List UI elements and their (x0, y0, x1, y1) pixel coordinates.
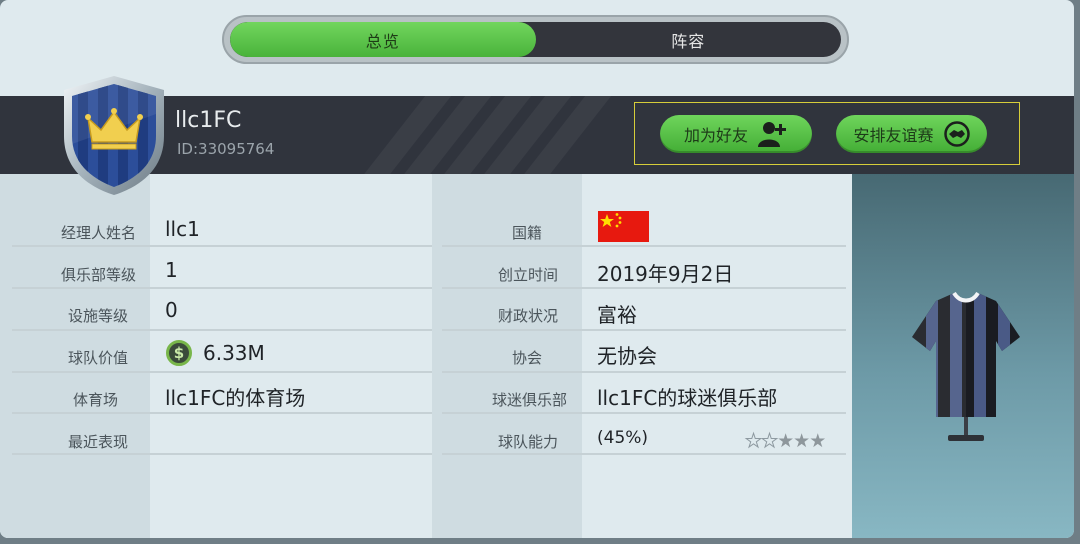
row-divider (442, 371, 846, 373)
manager-name-label: 经理人姓名 (60, 224, 136, 242)
star-filled-icon: ★ (777, 430, 794, 452)
stadium-value: llc1FC的体育场 (165, 386, 306, 410)
club-name: llc1FC (175, 108, 242, 133)
finance-status-value: 富裕 (597, 303, 637, 327)
handshake-icon (943, 121, 970, 147)
club-level-value: 1 (165, 258, 178, 282)
row-divider (442, 412, 846, 414)
row-divider (12, 245, 432, 247)
founded-date-label: 创立时间 (497, 266, 558, 284)
row-divider (12, 453, 432, 455)
add-friend-label: 加为好友 (683, 126, 748, 145)
add-user-icon (758, 121, 788, 147)
team-value-label: 球队价值 (67, 349, 128, 367)
row-divider (12, 287, 432, 289)
stadium-label: 体育场 (72, 391, 118, 409)
team-value-value: 6.33M (203, 341, 265, 365)
tab-bar: 总览 阵容 (222, 15, 849, 64)
recent-form-label: 最近表现 (67, 433, 128, 451)
club-level-label: 俱乐部等级 (60, 266, 136, 284)
team-ability-label: 球队能力 (497, 433, 558, 451)
row-divider (442, 329, 846, 331)
china-flag-icon (598, 211, 649, 242)
row-divider (12, 371, 432, 373)
finance-status-label: 财政状况 (497, 307, 558, 325)
row-divider (12, 329, 432, 331)
row-divider (442, 245, 846, 247)
association-value: 无协会 (597, 344, 657, 368)
tab-overview[interactable]: 总览 (230, 22, 536, 57)
nationality-label: 国籍 (511, 224, 542, 242)
fan-club-value: llc1FC的球迷俱乐部 (597, 386, 778, 410)
tab-lineup[interactable]: 阵容 (536, 22, 842, 57)
star-empty-icon: ★ (744, 430, 762, 453)
star-filled-icon: ★ (809, 430, 826, 452)
add-friend-button[interactable]: 加为好友 (660, 115, 812, 153)
tab-bar-track: 总览 阵容 (230, 22, 841, 57)
jersey-display (852, 174, 1074, 538)
row-divider (442, 453, 846, 455)
star-empty-icon: ★ (761, 430, 779, 453)
founded-date-value: 2019年9月2日 (597, 262, 734, 286)
row-divider (12, 412, 432, 414)
club-crest-shield-icon (56, 74, 172, 196)
team-ability-value: (45%) (597, 428, 649, 448)
star-filled-icon: ★ (793, 430, 810, 452)
facility-level-label: 设施等级 (67, 307, 128, 325)
association-label: 协会 (511, 349, 542, 367)
manager-name-value: llc1 (165, 217, 200, 241)
fan-club-label: 球迷俱乐部 (491, 391, 567, 409)
team-jersey-icon (912, 291, 1020, 441)
row-divider (442, 287, 846, 289)
action-button-group: 加为好友 安排友谊赛 (634, 102, 1020, 165)
dollar-coin-icon: $ (166, 340, 192, 366)
arrange-friendly-label: 安排友谊赛 (853, 126, 934, 145)
team-ability-stars: ★★★★★ (744, 430, 826, 453)
club-id: ID:33095764 (177, 140, 275, 158)
club-profile-window: 总览 阵容 llc1FC ID:33095764 加为好友 安排友谊赛 经理人姓… (0, 0, 1074, 538)
facility-level-value: 0 (165, 298, 178, 322)
arrange-friendly-button[interactable]: 安排友谊赛 (836, 115, 987, 153)
